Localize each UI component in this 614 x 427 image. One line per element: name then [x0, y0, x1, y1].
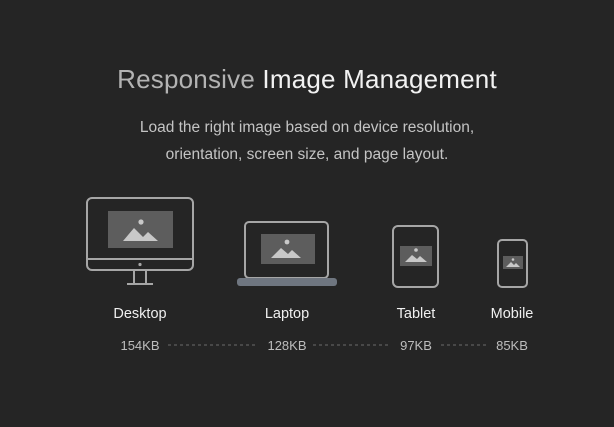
device-label-mobile: Mobile: [490, 306, 534, 322]
laptop-icon: [237, 221, 337, 286]
responsive-image-panel: Responsive Image Management Load the rig…: [0, 0, 614, 427]
size-tablet: 97KB: [400, 338, 432, 353]
size-desktop: 154KB: [120, 338, 160, 353]
size-mobile: 85KB: [496, 338, 528, 353]
device-illustrations: [86, 197, 528, 346]
size-laptop: 128KB: [267, 338, 307, 353]
device-label-desktop: Desktop: [113, 306, 167, 322]
desktop-icon: [86, 197, 194, 285]
mobile-icon: [497, 239, 528, 288]
tablet-icon: [392, 225, 439, 288]
device-label-laptop: Laptop: [264, 306, 310, 322]
